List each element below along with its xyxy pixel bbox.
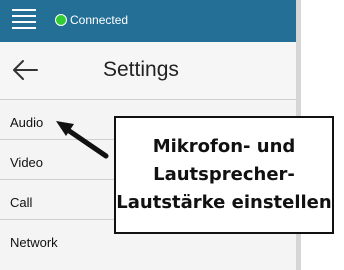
menu-item-label: Audio [10,115,44,130]
connection-status-text: Connected [70,13,129,27]
annotation-line: Lautstärke einstellen [116,192,332,213]
page-title: Settings [103,58,179,81]
arrow-left-icon[interactable] [10,55,40,85]
annotation-line: Lautsprecher- [153,164,295,185]
connection-status-icon [55,14,67,26]
menu-item-label: Network [10,235,58,250]
hamburger-menu-icon[interactable] [12,7,36,31]
title-bar: Settings [0,42,296,100]
annotation-callout: Mikrofon- und Lautsprecher- Lautstärke e… [114,116,334,234]
annotation-line: Mikrofon- und [152,136,296,157]
menu-item-label: Call [10,195,33,210]
menu-item-label: Video [10,155,44,170]
status-bar: Connected [0,0,296,42]
